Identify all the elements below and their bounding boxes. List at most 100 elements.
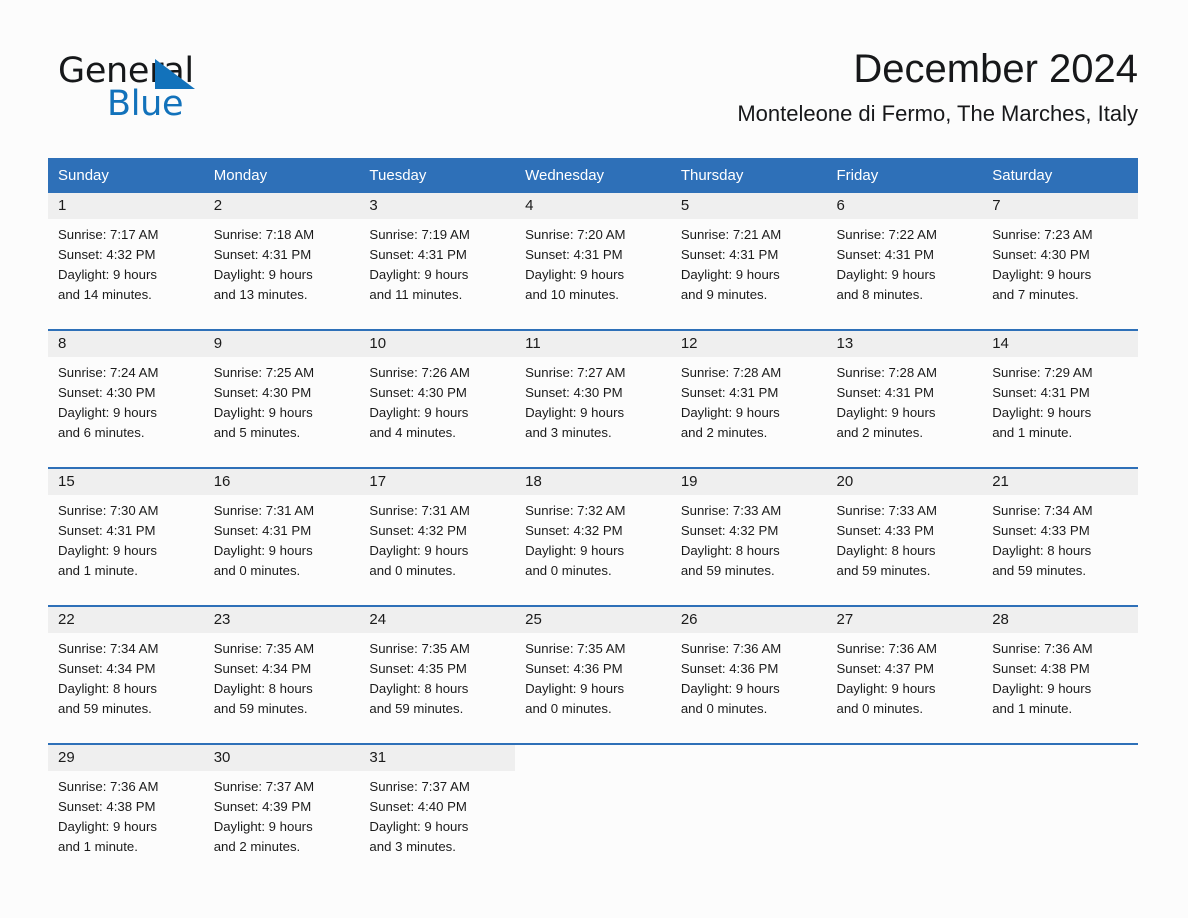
calendar-day-cell[interactable]: 10 Sunrise: 7:26 AM Sunset: 4:30 PM Dayligh…: [359, 329, 516, 459]
calendar-day-cell[interactable]: 11 Sunrise: 7:27 AM Sunset: 4:30 PM Dayligh…: [515, 329, 671, 459]
calendar-day-cell[interactable]: 16 Sunrise: 7:31 AM Sunset: 4:31 PM Dayligh…: [203, 467, 360, 597]
calendar-day-cell: [670, 743, 827, 873]
day-info-sunset: Sunset: 4:36 PM: [680, 661, 779, 676]
calendar-day-cell[interactable]: 22 Sunrise: 7:34 AM Sunset: 4:34 PM Dayligh…: [48, 605, 204, 735]
day-info: Sunrise: 7:31 AM Sunset: 4:31 PM Daylight:…: [204, 495, 360, 581]
day-cell-content: 23 Sunrise: 7:35 AM Sunset: 4:34 PM Dayligh…: [203, 607, 360, 735]
day-info-daylight1: Daylight: 9 hours: [213, 405, 313, 420]
weekday-header-wednesday: Wednesday: [515, 158, 671, 193]
calendar-day-cell[interactable]: 1 Sunrise: 7:17 AM Sunset: 4:32 PM Daylight…: [48, 193, 204, 321]
day-info: Sunrise: 7:36 AM Sunset: 4:36 PM Daylight:…: [671, 633, 827, 719]
day-cell-content: 29 Sunrise: 7:36 AM Sunset: 4:38 PM Dayligh…: [48, 745, 204, 873]
day-cell-content: 26 Sunrise: 7:36 AM Sunset: 4:36 PM Dayligh…: [670, 607, 827, 735]
day-info-sunset: Sunset: 4:34 PM: [213, 661, 312, 676]
calendar-day-cell[interactable]: 4 Sunrise: 7:20 AM Sunset: 4:31 PM Daylight…: [515, 193, 671, 321]
day-info-daylight1: Daylight: 9 hours: [992, 405, 1092, 420]
day-number: 25: [515, 607, 671, 633]
day-info-daylight1: Daylight: 8 hours: [369, 681, 469, 696]
calendar-day-cell[interactable]: 13 Sunrise: 7:28 AM Sunset: 4:31 PM Dayligh…: [826, 329, 983, 459]
day-info-daylight1: Daylight: 8 hours: [836, 543, 936, 558]
generalblue-logo[interactable]: General Blue: [58, 52, 258, 132]
day-info-daylight2: and 10 minutes.: [525, 287, 619, 302]
day-cell-content: 8 Sunrise: 7:24 AM Sunset: 4:30 PM Daylight…: [48, 331, 204, 459]
calendar-day-cell[interactable]: 19 Sunrise: 7:33 AM Sunset: 4:32 PM Dayligh…: [670, 467, 827, 597]
day-number: 26: [670, 607, 827, 633]
calendar-day-cell: [826, 743, 983, 873]
calendar-day-cell[interactable]: 6 Sunrise: 7:22 AM Sunset: 4:31 PM Daylight…: [826, 193, 983, 321]
day-info-sunset: Sunset: 4:31 PM: [58, 523, 156, 538]
calendar-day-cell[interactable]: 28 Sunrise: 7:36 AM Sunset: 4:38 PM Dayligh…: [982, 605, 1138, 735]
day-info-sunrise: Sunrise: 7:17 AM: [58, 227, 159, 242]
day-info-sunset: Sunset: 4:30 PM: [369, 385, 467, 400]
calendar-day-cell[interactable]: 3 Sunrise: 7:19 AM Sunset: 4:31 PM Daylight…: [359, 193, 516, 321]
day-number: 15: [48, 469, 204, 495]
day-info: Sunrise: 7:31 AM Sunset: 4:32 PM Daylight:…: [359, 495, 515, 581]
day-number: [982, 745, 1138, 771]
day-info-sunset: Sunset: 4:31 PM: [836, 385, 935, 400]
calendar-day-cell[interactable]: 2 Sunrise: 7:18 AM Sunset: 4:31 PM Daylight…: [203, 193, 360, 321]
calendar-day-cell[interactable]: 7 Sunrise: 7:23 AM Sunset: 4:30 PM Daylight…: [982, 193, 1138, 321]
calendar-day-cell[interactable]: 20 Sunrise: 7:33 AM Sunset: 4:33 PM Dayligh…: [826, 467, 983, 597]
day-info-sunrise: Sunrise: 7:37 AM: [369, 779, 470, 794]
day-info: Sunrise: 7:28 AM Sunset: 4:31 PM Daylight:…: [671, 357, 827, 443]
day-info: Sunrise: 7:37 AM Sunset: 4:40 PM Daylight:…: [359, 771, 515, 857]
day-cell-content: 10 Sunrise: 7:26 AM Sunset: 4:30 PM Dayligh…: [359, 331, 516, 459]
calendar-day-cell[interactable]: 9 Sunrise: 7:25 AM Sunset: 4:30 PM Daylight…: [203, 329, 360, 459]
calendar-day-cell[interactable]: 26 Sunrise: 7:36 AM Sunset: 4:36 PM Dayligh…: [670, 605, 827, 735]
week-spacer-cell: [48, 321, 1138, 330]
day-info-daylight1: Daylight: 9 hours: [369, 267, 469, 282]
calendar-day-cell[interactable]: 5 Sunrise: 7:21 AM Sunset: 4:31 PM Daylight…: [670, 193, 827, 321]
day-info: Sunrise: 7:26 AM Sunset: 4:30 PM Daylight:…: [359, 357, 515, 443]
day-info: Sunrise: 7:37 AM Sunset: 4:39 PM Daylight:…: [204, 771, 360, 857]
calendar-day-cell[interactable]: 18 Sunrise: 7:32 AM Sunset: 4:32 PM Dayligh…: [515, 467, 671, 597]
calendar-day-cell[interactable]: 14 Sunrise: 7:29 AM Sunset: 4:31 PM Dayligh…: [982, 329, 1138, 459]
day-info-sunset: Sunset: 4:38 PM: [58, 799, 156, 814]
day-info-sunrise: Sunrise: 7:25 AM: [213, 365, 315, 380]
day-info: Sunrise: 7:35 AM Sunset: 4:36 PM Daylight:…: [515, 633, 671, 719]
day-cell-content: 19 Sunrise: 7:33 AM Sunset: 4:32 PM Dayligh…: [670, 469, 827, 597]
day-cell-content: 21 Sunrise: 7:34 AM Sunset: 4:33 PM Dayligh…: [982, 469, 1138, 597]
day-info-sunrise: Sunrise: 7:27 AM: [525, 365, 626, 380]
calendar-day-cell[interactable]: 12 Sunrise: 7:28 AM Sunset: 4:31 PM Dayligh…: [670, 329, 827, 459]
day-number: [671, 745, 827, 771]
day-cell-content: 25 Sunrise: 7:35 AM Sunset: 4:36 PM Dayligh…: [515, 607, 671, 735]
day-cell-content: 6 Sunrise: 7:22 AM Sunset: 4:31 PM Daylight…: [826, 193, 983, 321]
calendar-day-cell[interactable]: 17 Sunrise: 7:31 AM Sunset: 4:32 PM Dayligh…: [359, 467, 516, 597]
day-info-daylight2: and 0 minutes.: [525, 563, 612, 578]
day-cell-content: 1 Sunrise: 7:17 AM Sunset: 4:32 PM Daylight…: [48, 193, 204, 321]
day-info-sunset: Sunset: 4:33 PM: [836, 523, 935, 538]
week-spacer: [48, 735, 1138, 744]
calendar-day-cell[interactable]: 31 Sunrise: 7:37 AM Sunset: 4:40 PM Dayligh…: [359, 743, 516, 873]
calendar-day-cell[interactable]: 29 Sunrise: 7:36 AM Sunset: 4:38 PM Dayligh…: [48, 743, 204, 873]
day-cell-content: 14 Sunrise: 7:29 AM Sunset: 4:31 PM Dayligh…: [982, 331, 1138, 459]
weekday-header-friday: Friday: [826, 158, 983, 193]
weekday-header-monday: Monday: [203, 158, 360, 193]
calendar-day-cell[interactable]: 21 Sunrise: 7:34 AM Sunset: 4:33 PM Dayligh…: [982, 467, 1138, 597]
day-info-daylight1: Daylight: 9 hours: [525, 405, 625, 420]
day-cell-content: 11 Sunrise: 7:27 AM Sunset: 4:30 PM Dayligh…: [515, 331, 671, 459]
day-info: Sunrise: 7:24 AM Sunset: 4:30 PM Daylight:…: [48, 357, 204, 443]
day-info: Sunrise: 7:21 AM Sunset: 4:31 PM Daylight:…: [671, 219, 827, 305]
day-info-sunrise: Sunrise: 7:31 AM: [369, 503, 470, 518]
calendar-day-cell[interactable]: 15 Sunrise: 7:30 AM Sunset: 4:31 PM Dayligh…: [48, 467, 204, 597]
day-info-sunrise: Sunrise: 7:20 AM: [525, 227, 626, 242]
calendar-day-cell[interactable]: 8 Sunrise: 7:24 AM Sunset: 4:30 PM Daylight…: [48, 329, 204, 459]
day-info-sunset: Sunset: 4:31 PM: [836, 247, 935, 262]
day-info-sunset: Sunset: 4:30 PM: [58, 385, 156, 400]
day-info-sunrise: Sunrise: 7:19 AM: [369, 227, 470, 242]
day-info: Sunrise: 7:35 AM Sunset: 4:34 PM Daylight:…: [204, 633, 360, 719]
calendar-day-cell[interactable]: 30 Sunrise: 7:37 AM Sunset: 4:39 PM Dayligh…: [203, 743, 360, 873]
day-number: 31: [359, 745, 516, 771]
day-info: Sunrise: 7:36 AM Sunset: 4:38 PM Daylight:…: [48, 771, 204, 857]
day-number: 16: [203, 469, 360, 495]
weekday-header-thursday: Thursday: [670, 158, 827, 193]
calendar-day-cell[interactable]: 24 Sunrise: 7:35 AM Sunset: 4:35 PM Dayligh…: [359, 605, 516, 735]
day-info-sunset: Sunset: 4:31 PM: [213, 523, 312, 538]
calendar-day-cell[interactable]: 27 Sunrise: 7:36 AM Sunset: 4:37 PM Dayligh…: [826, 605, 983, 735]
day-cell-content: 5 Sunrise: 7:21 AM Sunset: 4:31 PM Daylight…: [670, 193, 827, 321]
day-info-daylight2: and 5 minutes.: [213, 425, 301, 440]
calendar-day-cell[interactable]: 25 Sunrise: 7:35 AM Sunset: 4:36 PM Dayligh…: [515, 605, 671, 735]
calendar-day-cell[interactable]: 23 Sunrise: 7:35 AM Sunset: 4:34 PM Dayligh…: [203, 605, 360, 735]
day-info-sunset: Sunset: 4:31 PM: [525, 247, 623, 262]
day-info-daylight1: Daylight: 9 hours: [525, 543, 625, 558]
